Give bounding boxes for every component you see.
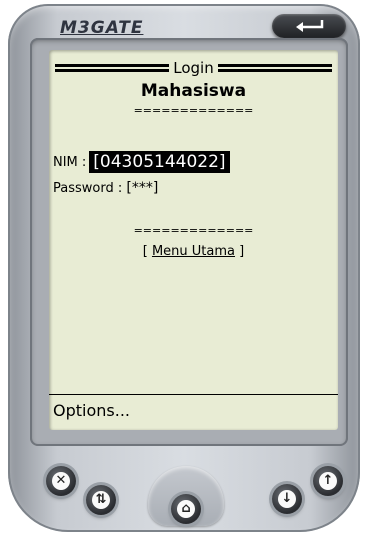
back-button[interactable] [272,14,346,38]
separator-top: ============= [133,104,254,117]
arrow-up-icon: ↑ [319,472,337,490]
close-icon: ✕ [52,472,70,490]
close-button[interactable]: ✕ [46,466,76,496]
phone-screen: Login Mahasiswa ============= NIM : [043… [49,50,338,430]
scroll-up-button[interactable]: ↑ [313,466,343,496]
arrow-down-icon: ↓ [278,490,296,508]
title-rule-left [55,64,170,72]
menu-link-row: [ Menu Utama ] [49,244,338,259]
swap-arrows-icon: ⇅ [92,491,110,509]
page-subtitle: Mahasiswa [140,81,247,101]
home-icon: ⌂ [177,500,195,518]
scroll-down-button[interactable]: ↓ [272,484,302,514]
password-input[interactable]: [***] [126,180,158,196]
title-rule-right [217,64,332,72]
brand-logo: M3GATE [60,18,144,38]
nim-label: NIM : [53,154,87,170]
page-title: Login [173,59,214,77]
nim-input[interactable]: [04305144022] [89,151,230,173]
softkey-bar: Options... [49,394,338,430]
menu-utama-link[interactable]: Menu Utama [152,244,235,259]
bracket-close: ] [239,244,245,259]
bracket-open: [ [142,244,148,259]
password-label: Password : [53,181,123,196]
login-title-row: Login [55,60,332,76]
nim-row: NIM : [04305144022] [53,151,230,173]
back-arrow-icon [296,20,324,32]
options-softkey[interactable]: Options... [53,401,130,420]
switch-button[interactable]: ⇅ [86,485,116,515]
home-button[interactable]: ⌂ [171,494,201,524]
separator-bottom: ============= [133,224,254,237]
password-row: Password : [***] [53,180,158,196]
